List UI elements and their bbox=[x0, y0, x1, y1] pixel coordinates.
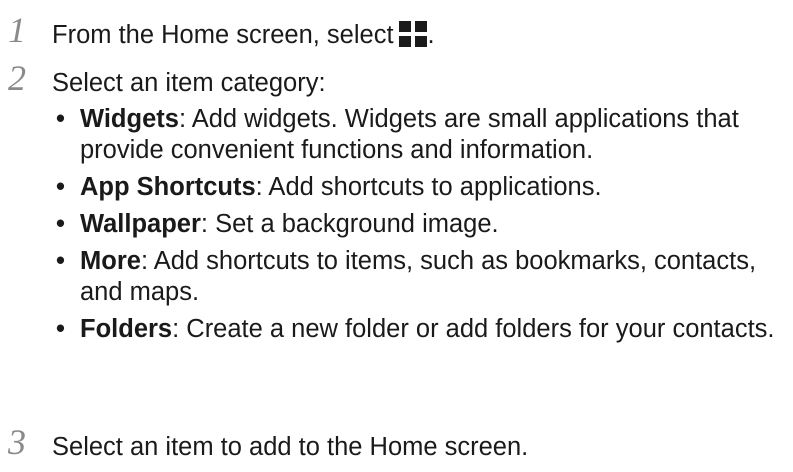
bullet-icon: • bbox=[56, 105, 65, 133]
bullet-description: : Add shortcuts to items, such as bookma… bbox=[80, 247, 757, 306]
bullet-icon: • bbox=[56, 247, 65, 275]
step-number: 1 bbox=[8, 10, 26, 50]
list-item-folders: • Folders: Create a new folder or add fo… bbox=[52, 314, 787, 345]
bullet-term: Folders bbox=[80, 315, 173, 343]
bullet-icon: • bbox=[56, 173, 65, 201]
bullet-term: More bbox=[80, 247, 141, 275]
bullet-description: : Create a new folder or add folders for… bbox=[172, 315, 775, 343]
bullet-term: Wallpaper bbox=[80, 210, 201, 238]
step-text-after: . bbox=[427, 21, 435, 49]
step-text: From the Home screen, select. bbox=[52, 20, 435, 50]
bullet-icon: • bbox=[56, 315, 65, 343]
category-list: • Widgets: Add widgets. Widgets are smal… bbox=[52, 104, 787, 351]
bullet-description: : Set a background image. bbox=[200, 210, 499, 238]
step-text: Select an item to add to the Home screen… bbox=[52, 433, 529, 461]
step-number: 2 bbox=[8, 58, 26, 98]
list-item-widgets: • Widgets: Add widgets. Widgets are smal… bbox=[52, 104, 787, 166]
list-item-wallpaper: • Wallpaper: Set a background image. bbox=[52, 209, 787, 240]
bullet-description: : Add widgets. Widgets are small applica… bbox=[80, 105, 739, 164]
bullet-term: Widgets bbox=[80, 105, 179, 133]
bullet-term: App Shortcuts bbox=[80, 173, 256, 201]
bullet-description: : Add shortcuts to applications. bbox=[255, 173, 602, 201]
list-item-app-shortcuts: • App Shortcuts: Add shortcuts to applic… bbox=[52, 172, 787, 203]
bullet-icon: • bbox=[56, 210, 65, 238]
step-number: 3 bbox=[8, 422, 26, 462]
plus-icon bbox=[398, 21, 427, 47]
step-text: Select an item category: bbox=[52, 69, 326, 97]
list-item-more: • More: Add shortcuts to items, such as … bbox=[52, 246, 787, 308]
step-text-before: From the Home screen, select bbox=[52, 21, 394, 49]
